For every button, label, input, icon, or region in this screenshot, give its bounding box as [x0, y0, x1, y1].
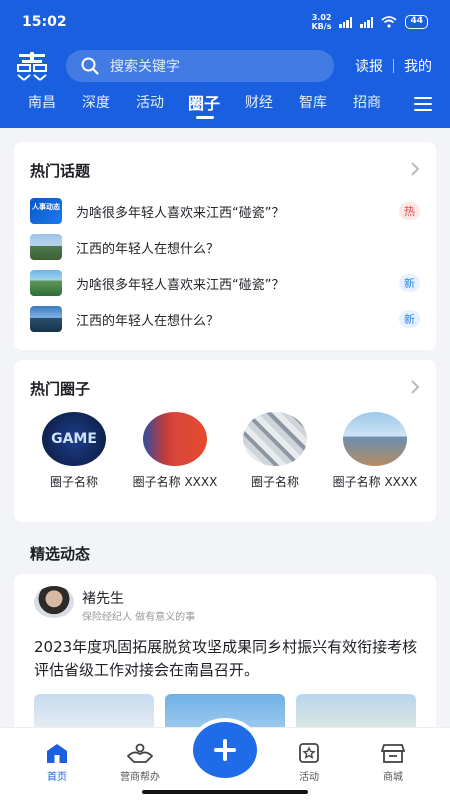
- circle-image: [343, 412, 407, 466]
- new-badge: 新: [399, 310, 420, 328]
- topic-thumbnail: 人事动态: [30, 198, 62, 224]
- author-name[interactable]: 褚先生: [82, 588, 124, 608]
- status-time: 15:02: [22, 14, 67, 30]
- store-icon: [381, 744, 405, 763]
- my-link[interactable]: 我的: [404, 56, 432, 76]
- topic-item[interactable]: 江西的年轻人在想什么？: [30, 233, 420, 261]
- search-bar[interactable]: 搜索关键字: [66, 50, 334, 82]
- circle-item[interactable]: 圈子名称 XXXX: [330, 412, 420, 491]
- status-bar: 15:02 3.02 KB/s 44: [0, 0, 450, 44]
- tab-nanchang[interactable]: 南昌: [28, 92, 56, 112]
- circle-name: 圈子名称: [49, 475, 98, 489]
- channel-tabs: 南昌 深度 活动 圈子 财经 智库 招商: [0, 92, 450, 122]
- topic-text: 为啥很多年轻人喜欢来江西“碰瓷”？: [76, 205, 285, 221]
- chevron-right-icon[interactable]: [410, 380, 420, 394]
- nav-home[interactable]: 首页: [27, 742, 87, 783]
- author-description: 保险经纪人 做有意义的事: [82, 612, 196, 623]
- topic-thumbnail: [30, 234, 62, 260]
- nav-activity[interactable]: 活动: [279, 742, 339, 783]
- top-links: 读报 我的: [355, 56, 432, 76]
- circle-name: 圈子名称 XXXX: [332, 475, 418, 489]
- post-text[interactable]: 2023年度巩固拓展脱贫攻坚成果同乡村振兴有效衔接考核评估省级工作对接会在南昌召…: [34, 636, 419, 682]
- handshake-icon: [126, 743, 154, 763]
- circle-image: GAME: [42, 412, 106, 466]
- circle-image: [143, 412, 207, 466]
- star-doc-icon: [299, 743, 319, 763]
- home-indicator: [142, 790, 308, 794]
- topic-text: 江西的年轻人在想什么？: [76, 313, 220, 329]
- circle-name: 圈子名称 XXXX: [132, 475, 218, 489]
- hot-topics-title: 热门话题: [30, 162, 91, 180]
- topic-text: 为啥很多年轻人喜欢来江西“碰瓷”？: [76, 277, 285, 293]
- hot-circles-title: 热门圈子: [30, 380, 91, 398]
- topic-item[interactable]: 为啥很多年轻人喜欢来江西“碰瓷”？ 新: [30, 269, 420, 297]
- tab-finance[interactable]: 财经: [245, 92, 273, 112]
- signal-icon: [339, 16, 353, 28]
- topic-thumbnail: [30, 270, 62, 296]
- tab-depth[interactable]: 深度: [82, 92, 110, 112]
- app-header: 15:02 3.02 KB/s 44 搜索关键字 读报 我的 南昌 深度 活动 …: [0, 0, 450, 128]
- topic-item[interactable]: 人事动态 为啥很多年轻人喜欢来江西“碰瓷”？ 热: [30, 197, 420, 225]
- home-icon: [47, 744, 67, 763]
- status-icons: 3.02 KB/s 44: [311, 13, 428, 31]
- topic-thumbnail: [30, 306, 62, 332]
- signal-icon-2: [360, 16, 374, 28]
- network-speed: 3.02 KB/s: [311, 13, 332, 31]
- divider: [393, 59, 394, 73]
- plus-icon: [214, 739, 236, 761]
- search-placeholder: 搜索关键字: [110, 59, 180, 75]
- circle-image: [243, 412, 307, 466]
- circle-item[interactable]: 圈子名称 XXXX: [130, 412, 220, 491]
- circle-item[interactable]: 圈子名称: [230, 412, 320, 491]
- active-tab-indicator: [196, 116, 214, 119]
- wifi-icon: [381, 16, 398, 28]
- new-badge: 新: [399, 274, 420, 292]
- tab-activity[interactable]: 活动: [136, 92, 164, 112]
- search-icon: [81, 57, 99, 75]
- circle-item[interactable]: GAME 圈子名称: [29, 412, 119, 491]
- chevron-right-icon[interactable]: [410, 162, 420, 176]
- app-logo-icon: [17, 52, 47, 81]
- tab-circle[interactable]: 圈子: [188, 90, 220, 114]
- menu-icon[interactable]: [414, 97, 432, 111]
- read-paper-link[interactable]: 读报: [355, 56, 383, 76]
- avatar[interactable]: [34, 586, 74, 618]
- hot-badge: 热: [399, 202, 420, 220]
- tab-think-tank[interactable]: 智库: [299, 92, 327, 112]
- hot-circles-card: 热门圈子 GAME 圈子名称 圈子名称 XXXX 圈子名称 圈子名称 XXXX: [14, 360, 436, 522]
- featured-title: 精选动态: [30, 545, 91, 563]
- topic-text: 江西的年轻人在想什么？: [76, 241, 220, 257]
- battery-icon: 44: [405, 15, 428, 29]
- circle-name: 圈子名称: [250, 475, 299, 489]
- create-post-button[interactable]: [193, 722, 257, 778]
- tab-investment[interactable]: 招商: [353, 92, 381, 112]
- post-card[interactable]: 褚先生 保险经纪人 做有意义的事 2023年度巩固拓展脱贫攻坚成果同乡村振兴有效…: [14, 574, 436, 734]
- top-bar: 搜索关键字 读报 我的: [0, 48, 450, 84]
- topic-item[interactable]: 江西的年轻人在想什么？ 新: [30, 305, 420, 333]
- hot-topics-card: 热门话题 人事动态 为啥很多年轻人喜欢来江西“碰瓷”？ 热 江西的年轻人在想什么…: [14, 142, 436, 350]
- nav-business-help[interactable]: 营商帮办: [110, 742, 170, 783]
- nav-mall[interactable]: 商城: [363, 742, 423, 783]
